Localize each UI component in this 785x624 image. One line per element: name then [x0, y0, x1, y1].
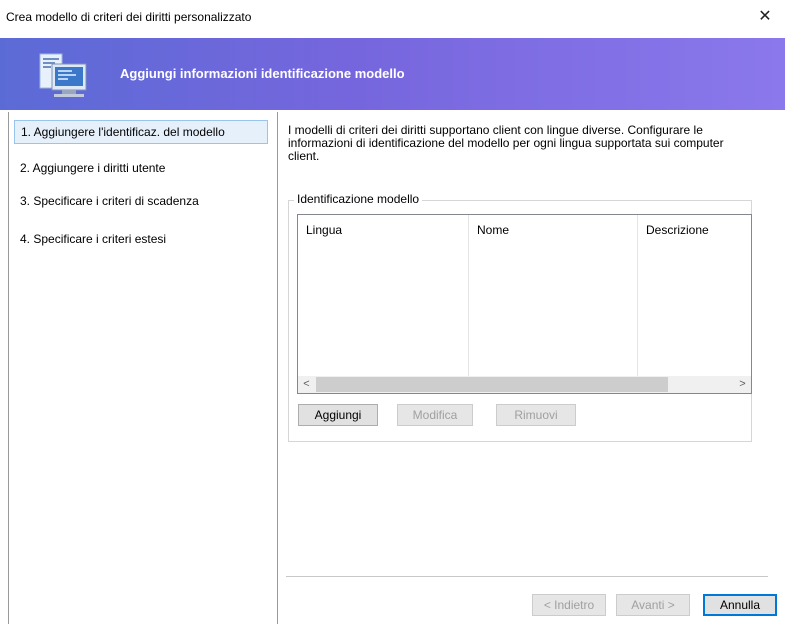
add-button[interactable]: Aggiungi [298, 404, 378, 426]
cancel-button[interactable]: Annulla [703, 594, 777, 616]
back-button[interactable]: < Indietro [532, 594, 606, 616]
footer-separator [286, 576, 768, 577]
steps-panel: 1. Aggiungere l'identificaz. del modello… [8, 112, 278, 624]
scrollbar-thumb[interactable] [316, 377, 668, 392]
step-extended-policy[interactable]: 4. Specificare i criteri estesi [14, 228, 268, 252]
horizontal-scrollbar[interactable]: < > [298, 376, 751, 393]
group-title: Identificazione modello [294, 192, 423, 206]
title-bar: Crea modello di criteri dei diritti pers… [0, 0, 785, 36]
step-expiration-policy[interactable]: 3. Specificare i criteri di scadenza [14, 190, 268, 214]
next-button[interactable]: Avanti > [616, 594, 690, 616]
close-button[interactable]: ✕ [745, 0, 785, 36]
next-button-label: Avanti > [631, 598, 675, 612]
scroll-right-icon[interactable]: > [734, 376, 751, 393]
computer-document-icon [39, 53, 87, 97]
close-icon: ✕ [758, 8, 772, 25]
remove-button[interactable]: Rimuovi [496, 404, 576, 426]
cancel-button-label: Annulla [719, 598, 761, 612]
edit-button[interactable]: Modifica [397, 404, 473, 426]
step-add-user-rights[interactable]: 2. Aggiungere i diritti utente [14, 157, 268, 181]
identification-list[interactable]: Lingua Nome Descrizione < > [297, 214, 752, 394]
step-add-identification[interactable]: 1. Aggiungere l'identificaz. del modello [14, 120, 268, 144]
column-header-name: Nome [477, 223, 510, 237]
add-button-label: Aggiungi [314, 408, 362, 422]
column-header-description: Descrizione [646, 223, 709, 237]
header-banner: Aggiungi informazioni identificazione mo… [0, 38, 785, 110]
window-title: Crea modello di criteri dei diritti pers… [6, 10, 252, 24]
banner-title: Aggiungi informazioni identificazione mo… [120, 66, 405, 81]
scroll-left-icon[interactable]: < [298, 376, 315, 393]
column-language[interactable]: Lingua [298, 215, 469, 376]
column-header-language: Lingua [306, 223, 343, 237]
description-text: I modelli di criteri dei diritti support… [288, 123, 724, 163]
column-name[interactable]: Nome [469, 215, 638, 376]
dialog-window: Crea modello di criteri dei diritti pers… [0, 0, 785, 624]
remove-button-label: Rimuovi [514, 408, 558, 422]
edit-button-label: Modifica [412, 408, 458, 422]
column-description[interactable]: Descrizione [638, 215, 751, 376]
back-button-label: < Indietro [543, 598, 595, 612]
